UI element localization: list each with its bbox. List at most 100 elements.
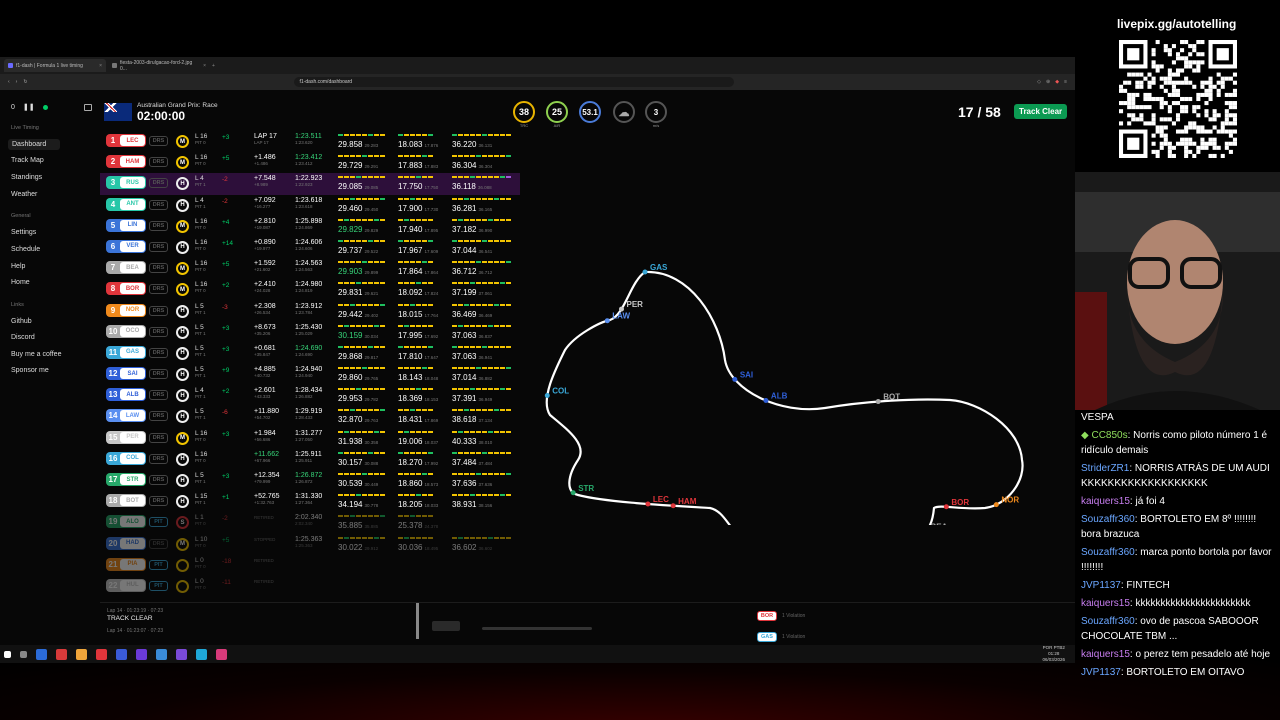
chat-username[interactable]: JVP1137 bbox=[1081, 580, 1121, 591]
sector-time: 18.270 bbox=[398, 457, 423, 467]
driver-row[interactable]: 8 BOR DRS M L 16 PIT 0 +2 +2.410 +24.028 1:24.980… bbox=[100, 279, 520, 300]
driver-row[interactable]: 21 PIA PIT L 0 PIT 0 -18 RETIRED bbox=[100, 555, 520, 576]
sidebar-item-schedule[interactable]: Schedule bbox=[11, 246, 40, 253]
team-radio-card[interactable] bbox=[432, 621, 460, 631]
sidebar-item-settings[interactable]: Settings bbox=[11, 229, 36, 236]
sidebar-item-help[interactable]: Help bbox=[11, 263, 25, 270]
sidebar-item-coffee[interactable]: Buy me a coffee bbox=[11, 351, 61, 358]
qr-module bbox=[1155, 149, 1160, 154]
sidebar-item-standings[interactable]: Standings bbox=[11, 174, 42, 181]
zoom-icon[interactable]: ⊕ bbox=[1046, 79, 1050, 85]
menu-icon[interactable]: ≡ bbox=[1064, 79, 1067, 85]
browser-tab[interactable]: fiesta-2003-dirulgacao-ford-2.jpg 0... × bbox=[108, 59, 210, 72]
driver-row[interactable]: 4 ANT DRS H L 4 PIT 1 -2 +7.092 +16.277 1:23.618 1… bbox=[100, 195, 520, 216]
sidebar-item-dashboard[interactable]: Dashboard bbox=[8, 139, 60, 150]
premiere-icon[interactable] bbox=[136, 648, 147, 660]
driver-row[interactable]: 10 OCO DRS H L 5 PIT 1 +3 +8.673 +35.206 1:25.430… bbox=[100, 322, 520, 343]
edge-icon[interactable] bbox=[36, 648, 47, 660]
driver-row[interactable]: 16 COL DRS H L 16 PIT 0 +11.662 +67.966 1:25.911… bbox=[100, 449, 520, 470]
reload-icon[interactable]: ↻ bbox=[23, 79, 27, 85]
browser-active-icon[interactable] bbox=[216, 648, 227, 660]
gap-to-leader: +1.486 bbox=[254, 161, 268, 167]
chat-username[interactable]: Souzaffr360 bbox=[1081, 547, 1135, 558]
url-field[interactable]: f1-dash.com/dashboard bbox=[293, 77, 734, 87]
sidebar-item-sponsor[interactable]: Sponsor me bbox=[11, 367, 49, 374]
pause-icon[interactable]: ❚❚ bbox=[23, 103, 35, 111]
chat-username[interactable]: kaiquers15 bbox=[1081, 598, 1130, 609]
driver-code: GAS bbox=[120, 346, 145, 358]
photoshop-icon[interactable] bbox=[116, 648, 127, 660]
driver-row[interactable]: 7 BEA DRS M L 16 PIT 0 +5 +1.592 +21.602 1:24.563… bbox=[100, 258, 520, 279]
driver-row[interactable]: 13 ALB DRS H L 4 PIT 1 +2 +2.601 +43.333 1:28.434… bbox=[100, 385, 520, 406]
chat-username[interactable]: StriderZR1 bbox=[1081, 463, 1129, 474]
qr-module bbox=[1147, 80, 1152, 85]
radio-progress-slider[interactable] bbox=[482, 627, 592, 630]
sector-3: 38.618 37.134 bbox=[452, 415, 492, 424]
chat-username[interactable]: kaiquers15 bbox=[1081, 649, 1130, 660]
qr-module bbox=[1196, 105, 1201, 110]
close-icon[interactable]: × bbox=[99, 63, 102, 69]
explorer-icon[interactable] bbox=[76, 648, 87, 660]
chat-username[interactable]: JVP1137 bbox=[1081, 667, 1121, 678]
chat-username[interactable]: Souzaffr360 bbox=[1081, 616, 1135, 627]
qr-module bbox=[1184, 141, 1189, 146]
driver-row[interactable]: 1 LEC DRS M L 16 PIT 0 +3 LAP 17 LAP 17 1:23.511 1… bbox=[100, 131, 520, 152]
qr-module bbox=[1127, 80, 1132, 85]
chrome-icon[interactable] bbox=[56, 648, 67, 660]
driver-row[interactable]: 3 RUS DRS H L 4 PIT 1 -2 +7.548 +8.989 1:22.923 1:… bbox=[100, 173, 520, 195]
scrollbar[interactable] bbox=[416, 603, 419, 639]
best-lap-time: 1:24.869 bbox=[295, 224, 313, 230]
driver-row[interactable]: 5 LIN DRS M L 16 PIT 0 +4 +2.810 +19.087 1:25.898… bbox=[100, 216, 520, 237]
driver-row[interactable]: 2 HAM DRS M L 16 PIT 0 +5 +1.486 +1.486 1:23.412 1… bbox=[100, 152, 520, 173]
driver-map-label: BEA bbox=[931, 522, 948, 525]
sidebar-item-discord[interactable]: Discord bbox=[11, 334, 35, 341]
close-icon[interactable]: × bbox=[203, 63, 206, 69]
new-tab-icon[interactable]: + bbox=[212, 63, 215, 69]
delay-counter[interactable]: 0 bbox=[11, 104, 15, 111]
qr-module bbox=[1119, 109, 1124, 114]
minisector-bars bbox=[452, 473, 511, 476]
pit-count: PIT 0 bbox=[195, 140, 206, 145]
sidebar-item-github[interactable]: Github bbox=[11, 318, 32, 325]
chat-username[interactable]: Souzaffr360 bbox=[1081, 514, 1135, 525]
browser-tab[interactable]: f1-dash | Formula 1 live timing × bbox=[4, 59, 106, 72]
taskview-icon[interactable] bbox=[20, 650, 27, 658]
driver-row[interactable]: 12 SAI DRS H L 5 PIT 1 +9 +4.885 +40.732 1:24.940… bbox=[100, 364, 520, 385]
qr-module bbox=[1208, 129, 1213, 134]
brave-icon[interactable] bbox=[96, 648, 107, 660]
sidebar-item-track-map[interactable]: Track Map bbox=[11, 157, 44, 164]
app-icon[interactable] bbox=[156, 648, 167, 660]
minisector-bars bbox=[452, 176, 511, 179]
qr-module bbox=[1188, 121, 1193, 126]
discord-icon[interactable] bbox=[176, 648, 187, 660]
app-icon[interactable] bbox=[196, 648, 207, 660]
minisector-bars bbox=[338, 324, 385, 328]
driver-row[interactable]: 17 STR DRS H L 5 PIT 1 +3 +12.354 +79.999 1:26.87… bbox=[100, 470, 520, 491]
sector-best: 36.712 bbox=[478, 270, 493, 276]
sector-1: 29.868 29.817 bbox=[338, 352, 378, 361]
driver-row[interactable]: 19 ALO PIT S L 1 PIT 0 -2 RETIRED 2:02.340 2:02.3… bbox=[100, 512, 520, 533]
driver-row[interactable]: 6 VER DRS H L 16 PIT 0 +14 +0.890 +19.977 1:24.60… bbox=[100, 237, 520, 258]
driver-row[interactable]: 9 NOR DRS H L 5 PIT 1 -3 +2.308 +26.534 1:23.912 1… bbox=[100, 301, 520, 322]
sector-3 bbox=[452, 521, 454, 530]
driver-row[interactable]: 15 PER DRS M L 16 PIT 0 +3 +1.984 +56.686 1:31.27… bbox=[100, 428, 520, 449]
gap-info: RETIRED bbox=[254, 579, 274, 585]
sidebar-item-home[interactable]: Home bbox=[11, 279, 30, 286]
driver-row[interactable]: 18 BOT DRS H L 15 PIT 1 +1 +52.765 +1:32.763 1:31… bbox=[100, 491, 520, 512]
forward-icon[interactable]: › bbox=[16, 79, 18, 85]
chat-username[interactable]: kaiquers15 bbox=[1081, 496, 1130, 507]
driver-row[interactable]: 22 HUL PIT L 0 PIT 0 -11 RETIRED bbox=[100, 576, 520, 597]
back-icon[interactable]: ‹ bbox=[8, 79, 10, 85]
driver-row[interactable]: 11 GAS DRS H L 5 PIT 1 +3 +0.681 +35.847 1:24.690… bbox=[100, 343, 520, 364]
sidebar-item-weather[interactable]: Weather bbox=[11, 191, 37, 198]
shield-icon[interactable]: ◆ bbox=[1055, 79, 1059, 85]
chat-username[interactable]: CC850s bbox=[1091, 430, 1127, 441]
start-icon[interactable] bbox=[4, 650, 11, 658]
qr-module bbox=[1200, 40, 1205, 45]
driver-map-label: SAI bbox=[740, 370, 753, 379]
driver-row[interactable]: 14 LAW DRS H L 5 PIT 1 -6 +11.880 +54.702 1:29.91… bbox=[100, 406, 520, 427]
driver-row[interactable]: 20 HAD DRS M L 10 PIT 0 +5 STOPPED 1:25.363 1:25.… bbox=[100, 534, 520, 555]
sidebar-toggle-icon[interactable] bbox=[84, 104, 92, 111]
tyre-compound-icon: H bbox=[176, 346, 189, 360]
extension-icon[interactable]: ◇ bbox=[1037, 79, 1041, 85]
